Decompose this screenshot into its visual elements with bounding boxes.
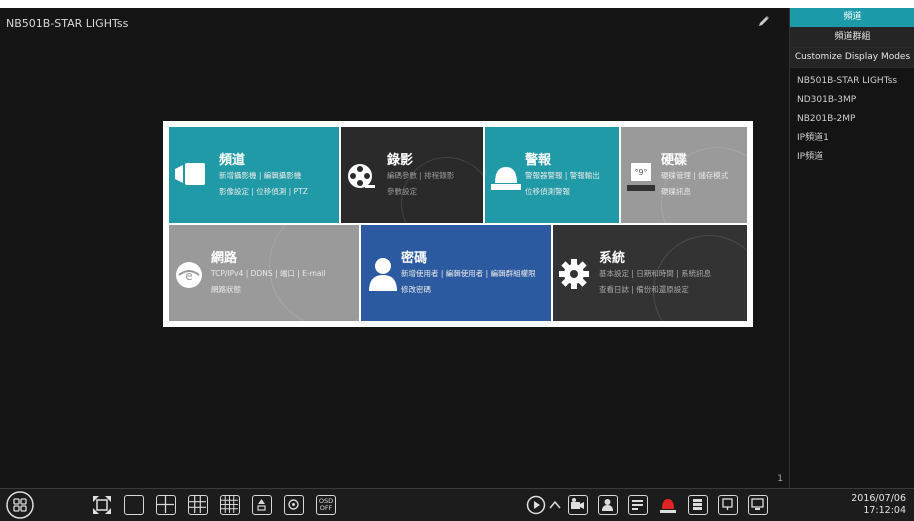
red-alarm-icon bbox=[660, 499, 676, 513]
alarm-status-button[interactable] bbox=[658, 495, 678, 515]
tab-channel[interactable]: 頻道 bbox=[790, 8, 914, 28]
tile-network-line1: TCP/IPv4 | DDNS | 端口 | E-mail bbox=[211, 269, 326, 278]
tile-alarm-line2: 位移偵測警報 bbox=[525, 187, 570, 196]
svg-text:°9°: °9° bbox=[634, 168, 647, 177]
camera-icon bbox=[175, 163, 205, 185]
tile-account-title: 密碼 bbox=[401, 251, 428, 266]
tile-channel-line1: 新增攝影機 | 編輯攝影機 bbox=[219, 171, 302, 180]
tile-network-title: 網路 bbox=[211, 251, 238, 266]
tile-record-line1: 編碼參數 | 排程錄影 bbox=[387, 171, 455, 180]
tile-account-line2: 修改密碼 bbox=[401, 285, 431, 294]
manual-record-button[interactable] bbox=[568, 495, 588, 515]
layout-custom-button[interactable] bbox=[252, 495, 272, 515]
tile-disk-title: 硬碟 bbox=[661, 153, 688, 168]
start-menu-icon[interactable] bbox=[6, 491, 34, 519]
tile-channel-line2: 影像設定 | 位移偵測 | PTZ bbox=[219, 187, 308, 196]
taskbar: OSD OFF 2016/07/06 17:12:04 bbox=[0, 488, 914, 521]
clock-date: 2016/07/06 bbox=[851, 493, 906, 504]
fullscreen-icon bbox=[93, 496, 111, 514]
grid-9-icon bbox=[189, 496, 206, 513]
globe-icon: e bbox=[176, 262, 202, 288]
osd-state: OFF bbox=[319, 504, 333, 512]
chevron-up-icon[interactable] bbox=[548, 497, 562, 513]
clock-time: 17:12:04 bbox=[863, 505, 906, 516]
tile-network[interactable]: e 網路 TCP/IPv4 | DDNS | 端口 | E-mail 網路狀態 bbox=[169, 225, 359, 321]
tile-alarm-title: 警報 bbox=[525, 153, 552, 168]
top-border bbox=[0, 0, 914, 8]
channel-list-item[interactable]: ND301B-3MP bbox=[790, 91, 914, 110]
main-menu: 頻道 新增攝影機 | 編輯攝影機 影像設定 | 位移偵測 | PTZ 錄影 編碼… bbox=[163, 121, 753, 327]
tile-disk[interactable]: °9° 硬碟 硬碟管理 | 儲存模式 硬碟訊息 bbox=[621, 127, 747, 223]
list-icon bbox=[632, 500, 643, 510]
disk-stack-icon bbox=[693, 499, 702, 510]
person-icon bbox=[602, 499, 613, 511]
tile-system[interactable]: 系統 基本設定 | 日期和時間 | 系統訊息 查看日誌 | 備份和還原設定 bbox=[553, 225, 747, 321]
layout-1-button[interactable] bbox=[124, 495, 144, 515]
camera-title: NB501B-STAR LIGHTss bbox=[6, 17, 129, 30]
tile-channel-title: 頻道 bbox=[219, 153, 246, 168]
tile-system-line2: 查看日誌 | 備份和還原設定 bbox=[599, 285, 689, 294]
monitor-icon bbox=[751, 498, 764, 510]
right-panel: 頻道 頻道群組 Customize Display Modes NB501B-S… bbox=[789, 8, 914, 488]
gear-icon bbox=[559, 259, 589, 289]
tile-record-line2: 參數設定 bbox=[387, 187, 417, 196]
osd-toggle-button[interactable]: OSD OFF bbox=[316, 495, 336, 515]
clock: 2016/07/06 17:12:04 bbox=[851, 493, 906, 517]
sequence-button[interactable] bbox=[284, 495, 304, 515]
tile-system-title: 系統 bbox=[599, 251, 626, 266]
disk-status-button[interactable] bbox=[688, 495, 708, 515]
tile-record-title: 錄影 bbox=[387, 153, 414, 168]
channel-list: NB501B-STAR LIGHTss ND301B-3MP NB201B-2M… bbox=[790, 68, 914, 167]
tile-alarm-line1: 警報器警報 | 警報輸出 bbox=[525, 171, 600, 180]
channel-list-item[interactable]: IP頻道 bbox=[790, 148, 914, 167]
tile-account-line1: 新增使用者 | 編輯使用者 | 編輯群組權限 bbox=[401, 269, 536, 278]
grid-4-icon bbox=[157, 496, 174, 513]
svg-text:e: e bbox=[185, 269, 192, 283]
network-status-button[interactable] bbox=[718, 495, 738, 515]
channel-list-item[interactable]: IP頻道1 bbox=[790, 129, 914, 148]
pencil-icon[interactable] bbox=[757, 14, 771, 28]
layout-4-button[interactable] bbox=[156, 495, 176, 515]
network-icon bbox=[722, 498, 733, 510]
manual-snapshot-button[interactable] bbox=[598, 495, 618, 515]
fullscreen-button[interactable] bbox=[92, 495, 112, 515]
tile-network-line2: 網路狀態 bbox=[211, 285, 241, 294]
layout-16-button[interactable] bbox=[220, 495, 240, 515]
record-camera-icon bbox=[571, 498, 584, 509]
tile-system-line1: 基本設定 | 日期和時間 | 系統訊息 bbox=[599, 269, 712, 278]
layout-custom-icon bbox=[257, 499, 266, 511]
tile-disk-line2: 硬碟訊息 bbox=[661, 187, 691, 196]
output-switch-button[interactable] bbox=[748, 495, 768, 515]
grid-16-icon bbox=[221, 496, 238, 513]
tile-disk-line1: 硬碟管理 | 儲存模式 bbox=[661, 171, 729, 180]
film-reel-icon bbox=[348, 164, 375, 188]
tab-channel-group[interactable]: 頻道群組 bbox=[790, 28, 914, 48]
tile-alarm[interactable]: 警報 警報器警報 | 警報輸出 位移偵測警報 bbox=[485, 127, 619, 223]
channel-list-item[interactable]: NB201B-2MP bbox=[790, 110, 914, 129]
playback-list-button[interactable] bbox=[628, 495, 648, 515]
refresh-icon bbox=[288, 499, 299, 510]
tab-customize-display-modes[interactable]: Customize Display Modes bbox=[790, 48, 914, 68]
hard-disk-icon: °9° bbox=[627, 163, 655, 191]
tile-channel[interactable]: 頻道 新增攝影機 | 編輯攝影機 影像設定 | 位移偵測 | PTZ bbox=[169, 127, 339, 223]
channel-list-item[interactable]: NB501B-STAR LIGHTss bbox=[790, 72, 914, 91]
page-number: 1 bbox=[777, 474, 783, 484]
user-icon bbox=[369, 258, 397, 291]
play-icon[interactable] bbox=[526, 495, 546, 515]
layout-9-button[interactable] bbox=[188, 495, 208, 515]
tile-account[interactable]: 密碼 新增使用者 | 編輯使用者 | 編輯群組權限 修改密碼 bbox=[361, 225, 551, 321]
tile-record[interactable]: 錄影 編碼參數 | 排程錄影 參數設定 bbox=[341, 127, 483, 223]
alarm-light-icon bbox=[491, 167, 521, 190]
